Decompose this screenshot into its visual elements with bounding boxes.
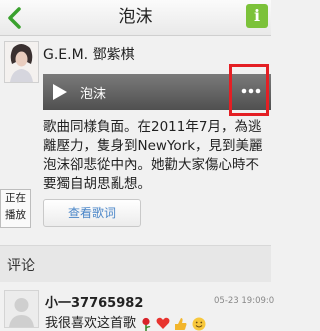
thumbs-up-icon <box>175 317 187 330</box>
info-icon[interactable]: i <box>246 4 268 28</box>
more-options-icon[interactable] <box>241 88 261 94</box>
post-body-line: 要獨自胡思亂想。 <box>43 176 151 192</box>
play-icon[interactable] <box>52 83 68 101</box>
comment-timestamp: 05-23 19:09:0 <box>214 296 275 306</box>
author-name[interactable]: G.E.M. 鄧紫棋 <box>43 44 135 64</box>
comment-username[interactable]: 小一37765982 <box>45 292 143 311</box>
avatar-photo <box>5 42 38 82</box>
view-lyrics-button[interactable]: 查看歌词 <box>43 199 141 227</box>
now-playing-line: 正在 <box>5 192 26 204</box>
post-body-line: 泡沫卻悲從中內。她勸大家傷心時不 <box>43 157 259 173</box>
smile-emoji-icon <box>192 317 206 330</box>
comments-header <box>0 246 271 282</box>
heart-icon <box>156 317 170 329</box>
post-body-line: 離壓力，隻身到NewYork，見到美麗 <box>43 138 263 154</box>
rose-icon <box>142 317 151 331</box>
player-song-title: 泡沫 <box>80 87 107 102</box>
post-body: 歌曲同樣負面。在2011年7月，為逃 離壓力，隻身到NewYork，見到美麗 泡… <box>43 118 271 194</box>
comment-avatar[interactable] <box>4 290 39 328</box>
default-avatar-icon <box>9 298 34 327</box>
now-playing-tab[interactable]: 正在 播放 <box>0 189 31 228</box>
comments-label: 评论 <box>7 258 35 274</box>
comment-text: 我很喜欢这首歌 <box>45 312 206 331</box>
page-title: 泡沫 <box>118 7 153 27</box>
now-playing-line: 播放 <box>5 209 26 221</box>
author-avatar[interactable] <box>4 41 39 83</box>
post-body-line: 歌曲同樣負面。在2011年7月，為逃 <box>43 119 262 135</box>
comment-text-body: 我很喜欢这首歌 <box>45 316 137 331</box>
